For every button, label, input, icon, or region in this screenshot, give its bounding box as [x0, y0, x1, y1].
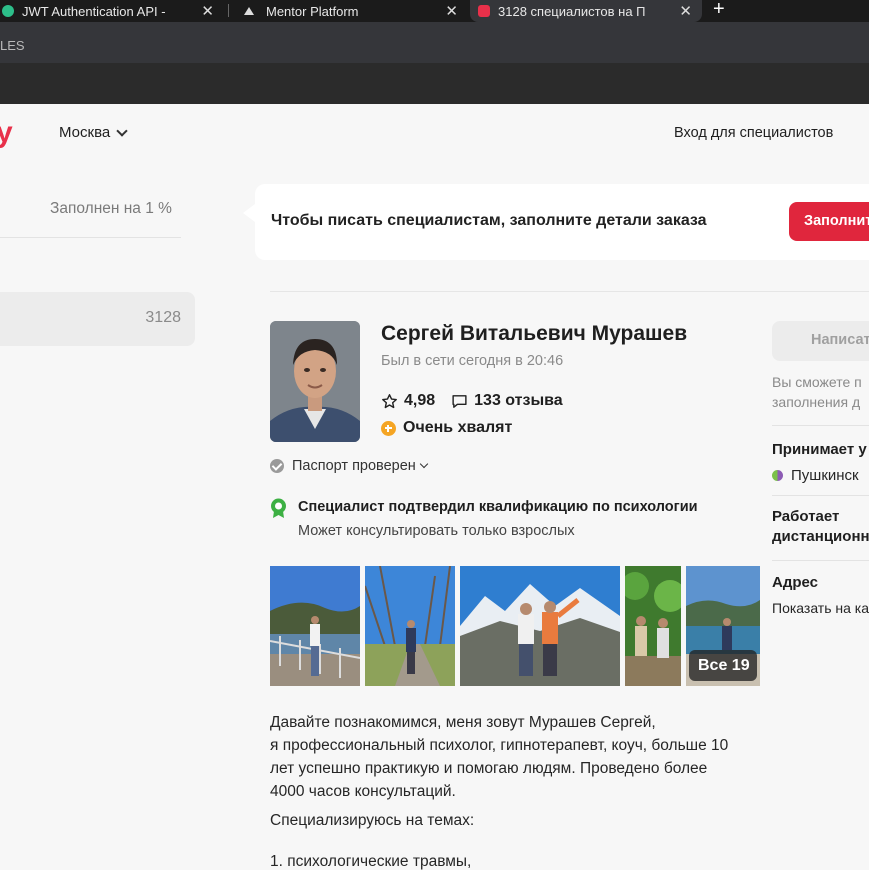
works-title-line: Работает	[772, 508, 840, 525]
star-icon	[382, 393, 397, 408]
passport-verified-toggle[interactable]: Паспорт проверен	[270, 458, 429, 474]
write-note-line: Вы сможете п	[772, 374, 862, 390]
specialists-count-box[interactable]: 3128	[0, 292, 195, 346]
about-line: я профессиональный психолог, гипнотерапе…	[270, 737, 729, 754]
specialists-count: 3128	[145, 309, 181, 326]
city-selector[interactable]: Москва	[59, 124, 128, 141]
divider	[0, 237, 181, 238]
plus-badge-icon	[381, 420, 396, 436]
rating-stats: 4,98 133 отзыва	[381, 392, 563, 410]
city-label: Москва	[59, 124, 111, 141]
write-message-button[interactable]: Написать	[772, 321, 869, 361]
close-tab-icon[interactable]: ✕	[201, 2, 214, 20]
triangle-favicon-icon	[244, 7, 254, 15]
metro-icon	[772, 470, 783, 481]
gallery-photo[interactable]	[365, 566, 455, 686]
chevron-down-icon	[116, 124, 128, 137]
tab-separator	[228, 4, 229, 17]
show-on-map-link[interactable]: Показать на ка	[772, 600, 869, 616]
browser-tab-bar: JWT Authentication API - ✕ Mentor Platfo…	[0, 0, 869, 22]
divider	[772, 425, 869, 426]
banner-pointer	[243, 204, 255, 222]
banner-text: Чтобы писать специалистам, заполните дет…	[271, 212, 707, 229]
about-line: лет успешно практикую и помогаю людям. П…	[270, 760, 708, 777]
browser-tab-mentor[interactable]: Mentor Platform ✕	[236, 0, 468, 22]
certificate-badge-icon	[271, 498, 286, 518]
close-tab-icon[interactable]: ✕	[445, 2, 458, 20]
praise-label: Очень хвалят	[403, 419, 513, 436]
passport-label: Паспорт проверен	[292, 458, 416, 474]
divider	[772, 560, 869, 561]
tab-favicon-icon	[2, 5, 14, 17]
rating-value: 4,98	[404, 392, 436, 409]
address-title: Адрес	[772, 574, 819, 591]
write-note-line: заполнения д	[772, 394, 861, 410]
reviews-link[interactable]: 133 отзыва	[474, 392, 563, 410]
close-tab-icon[interactable]: ✕	[679, 2, 692, 20]
fill-order-button[interactable]: Заполнить	[789, 202, 869, 241]
new-tab-button[interactable]: +	[713, 0, 725, 21]
check-circle-icon	[270, 459, 284, 473]
avatar[interactable]	[270, 321, 360, 442]
specialist-login-link[interactable]: Вход для специалистов	[674, 125, 833, 141]
browser-tab-jwt[interactable]: JWT Authentication API - ✕	[0, 0, 224, 22]
qualification-note: Может консультировать только взрослых	[298, 523, 575, 539]
tab-title: 3128 специалистов на П	[498, 3, 646, 19]
gallery-photo[interactable]	[625, 566, 681, 686]
browser-toolbar	[0, 63, 869, 104]
works-title-line: дистанционн	[772, 528, 869, 545]
about-line: Давайте познакомимся, меня зовут Мурашев…	[270, 714, 656, 731]
profi-favicon-icon	[478, 5, 490, 17]
about-line: 4000 часов консультаций.	[270, 783, 456, 800]
gallery-photo[interactable]	[460, 566, 620, 686]
order-fill-progress: Заполнен на 1 %	[50, 200, 172, 217]
chevron-down-icon	[419, 459, 429, 469]
topic-item: 1. психологические травмы,	[270, 853, 472, 870]
divider	[772, 495, 869, 496]
qualification-title: Специалист подтвердил квалификацию по пс…	[298, 499, 698, 515]
divider	[270, 291, 869, 292]
bookmark-fragment[interactable]: LES	[0, 38, 25, 53]
metro-station: Пушкинск	[772, 467, 859, 484]
bookmarks-bar: LES	[0, 22, 869, 63]
praise-badge: Очень хвалят	[381, 419, 512, 437]
gallery-photo[interactable]	[270, 566, 360, 686]
metro-label: Пушкинск	[791, 467, 859, 484]
specialist-name[interactable]: Сергей Витальевич Мурашев	[381, 322, 687, 346]
all-photos-button[interactable]: Все 19	[689, 650, 757, 681]
write-note: Вы сможете п заполнения д	[772, 372, 869, 412]
browser-tab-active[interactable]: 3128 специалистов на П ✕	[470, 0, 702, 22]
site-logo[interactable]: y	[0, 116, 13, 150]
about-text: Давайте познакомимся, меня зовут Мурашев…	[270, 711, 760, 803]
tab-title: JWT Authentication API -	[22, 3, 166, 19]
accepts-title: Принимает у	[772, 441, 867, 458]
comment-icon	[452, 394, 467, 408]
tab-title: Mentor Platform	[266, 3, 359, 19]
specialization-heading: Специализируюсь на темах:	[270, 812, 475, 829]
last-seen: Был в сети сегодня в 20:46	[381, 353, 564, 369]
